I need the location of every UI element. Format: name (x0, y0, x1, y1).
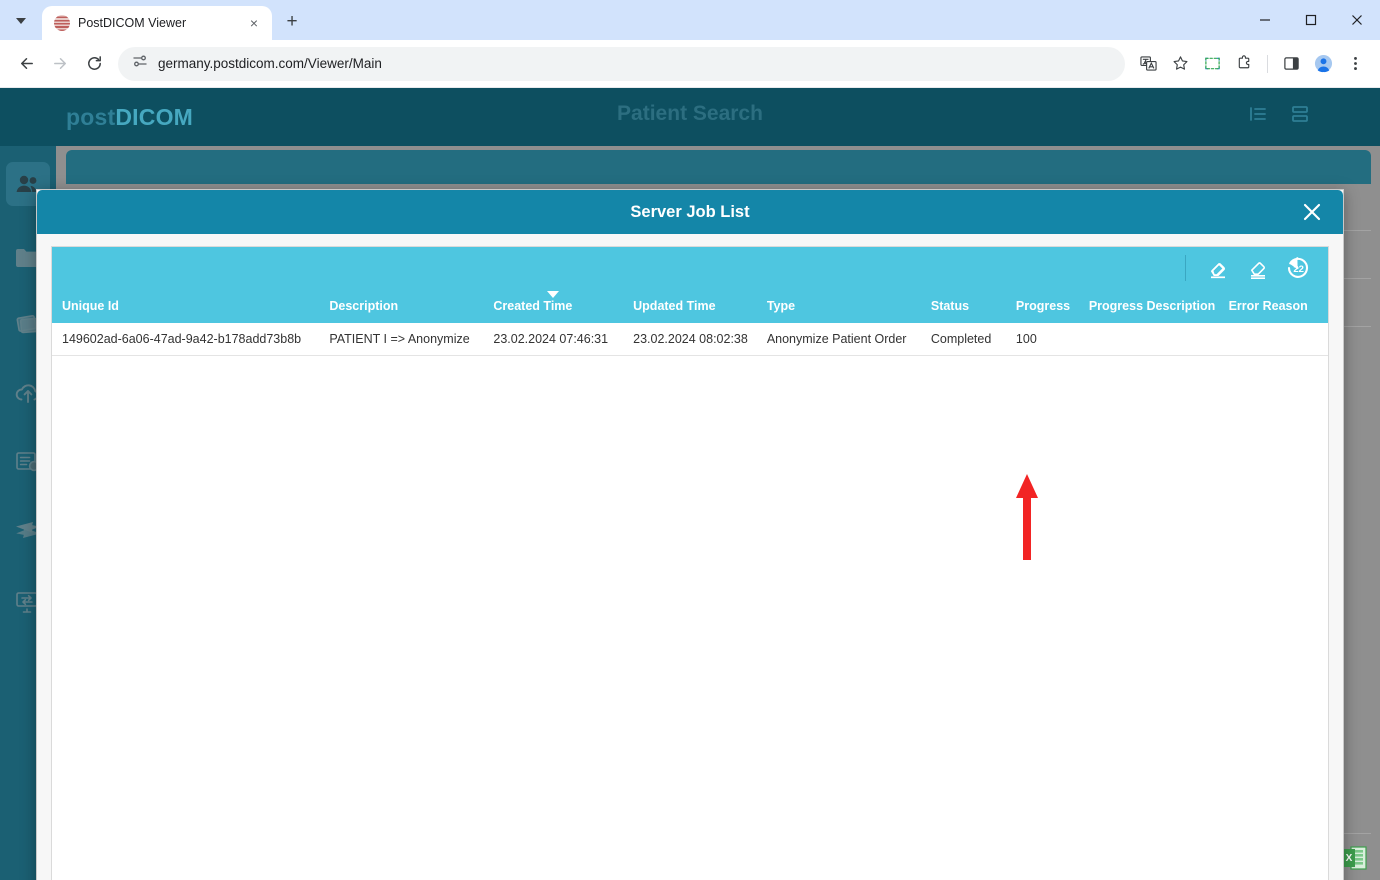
sort-descending-icon (547, 291, 559, 298)
close-icon[interactable] (1295, 190, 1329, 234)
globe-icon (54, 15, 70, 31)
chevron-down-icon (16, 18, 26, 24)
bookmark-star-icon[interactable] (1165, 49, 1195, 79)
clear-completed-icon[interactable] (1200, 251, 1236, 285)
auto-refresh-countdown: 22 (1293, 264, 1304, 275)
job-table: Unique Id Description Created Time Updat… (52, 289, 1328, 356)
column-header-updated-time[interactable]: Updated Time (623, 289, 757, 323)
cell-progress-description (1079, 323, 1219, 356)
window-close-button[interactable] (1334, 0, 1380, 40)
window-controls (1242, 0, 1380, 40)
dialog-body: 22 Unique Id Description (37, 234, 1343, 880)
browser-tab[interactable]: PostDICOM Viewer × (42, 6, 272, 40)
new-tab-button[interactable]: + (278, 8, 306, 36)
column-header-status[interactable]: Status (921, 289, 1006, 323)
column-header-progress[interactable]: Progress (1006, 289, 1079, 323)
job-grid: 22 Unique Id Description (51, 246, 1329, 880)
clear-all-icon[interactable] (1240, 251, 1276, 285)
auto-refresh-icon[interactable]: 22 (1280, 251, 1316, 285)
grid-toolbar: 22 (52, 247, 1328, 289)
tab-search-dropdown-button[interactable] (4, 7, 38, 35)
side-panel-icon[interactable] (1276, 49, 1306, 79)
profile-avatar-icon[interactable] (1308, 49, 1338, 79)
browser-tab-strip: PostDICOM Viewer × + (0, 0, 1380, 40)
browser-toolbar-icons (1133, 49, 1370, 79)
job-table-header: Unique Id Description Created Time Updat… (52, 289, 1328, 323)
app-top-bar-icons (1248, 104, 1310, 124)
list-view-icon[interactable] (1248, 104, 1268, 124)
table-header-row: Unique Id Description Created Time Updat… (52, 289, 1328, 323)
site-settings-icon[interactable] (132, 53, 148, 74)
browser-toolbar: germany.postdicom.com/Viewer/Main (0, 40, 1380, 88)
job-table-body: 149602ad-6a06-47ad-9a42-b178add73b8b PAT… (52, 323, 1328, 356)
background-excel-export-icon[interactable]: X (1342, 844, 1368, 872)
column-header-created-time-label: Created Time (493, 299, 572, 313)
toolbar-divider (1267, 55, 1268, 73)
cell-created-time: 23.02.2024 07:46:31 (483, 323, 623, 356)
cell-progress: 100 (1006, 323, 1079, 356)
reload-button[interactable] (78, 48, 110, 80)
page-content: postDICOM Patient Search 3 (1 - 3) (0, 88, 1380, 880)
svg-text:X: X (1346, 853, 1353, 864)
cell-type: Anonymize Patient Order (757, 323, 921, 356)
server-icon[interactable] (1290, 104, 1310, 124)
extensions-puzzle-icon[interactable] (1229, 49, 1259, 79)
forward-button[interactable] (44, 48, 76, 80)
column-header-type[interactable]: Type (757, 289, 921, 323)
dialog-title: Server Job List (630, 203, 749, 222)
table-row[interactable]: 149602ad-6a06-47ad-9a42-b178add73b8b PAT… (52, 323, 1328, 356)
toolbar-divider (1185, 255, 1186, 281)
cell-unique-id: 149602ad-6a06-47ad-9a42-b178add73b8b (52, 323, 319, 356)
app-top-bar: postDICOM Patient Search (0, 88, 1380, 146)
screenshot-capture-icon[interactable] (1197, 49, 1227, 79)
dialog-title-bar: Server Job List (37, 190, 1343, 234)
address-bar[interactable]: germany.postdicom.com/Viewer/Main (118, 47, 1125, 81)
cell-error-reason (1219, 323, 1328, 356)
column-header-created-time[interactable]: Created Time (483, 289, 623, 323)
background-tab-bar (66, 150, 1371, 184)
server-job-list-dialog: Server Job List (36, 189, 1344, 880)
cell-updated-time: 23.02.2024 08:02:38 (623, 323, 757, 356)
cell-status: Completed (921, 323, 1006, 356)
address-bar-url: germany.postdicom.com/Viewer/Main (158, 56, 382, 71)
app-page-title: Patient Search (0, 102, 1380, 126)
window-maximize-button[interactable] (1288, 0, 1334, 40)
tab-close-button[interactable]: × (244, 13, 264, 33)
column-header-error-reason[interactable]: Error Reason (1219, 289, 1328, 323)
column-header-progress-description[interactable]: Progress Description (1079, 289, 1219, 323)
column-header-description[interactable]: Description (319, 289, 483, 323)
browser-window: PostDICOM Viewer × + (0, 0, 1380, 880)
grid-empty-area (52, 356, 1328, 880)
back-button[interactable] (10, 48, 42, 80)
window-minimize-button[interactable] (1242, 0, 1288, 40)
three-dot-menu-icon[interactable] (1340, 49, 1370, 79)
column-header-unique-id[interactable]: Unique Id (52, 289, 319, 323)
cell-description: PATIENT I => Anonymize (319, 323, 483, 356)
translate-icon[interactable] (1133, 49, 1163, 79)
tab-title: PostDICOM Viewer (78, 16, 236, 30)
